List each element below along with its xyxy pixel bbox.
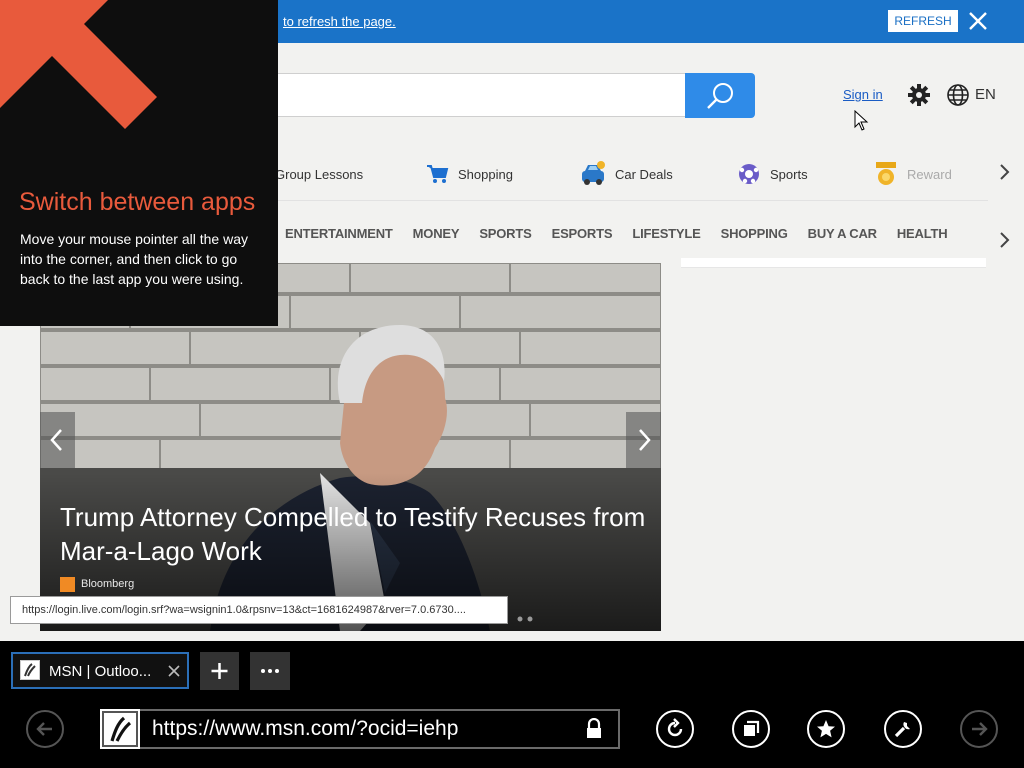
overlay-body: Move your mouse pointer all the way into… [20,231,248,287]
lock-icon[interactable] [585,717,603,740]
gear-icon[interactable] [906,82,932,108]
category-nav: ENTERTAINMENT MONEY SPORTS ESPORTS LIFES… [275,226,957,248]
plus-icon [211,663,228,679]
quick-link-shopping[interactable]: Shopping [426,160,513,188]
tabs-button[interactable] [732,710,770,748]
quick-link-sports[interactable]: Sports [737,160,808,188]
mouse-pointer-icon [854,109,870,132]
sign-in-link[interactable]: Sign in [843,87,883,102]
new-tab-button[interactable] [200,652,239,690]
favorites-button[interactable] [807,710,845,748]
chevron-right-icon [639,429,651,451]
shopping-cart-icon [427,165,449,183]
nav-item-shopping[interactable]: SHOPPING [711,226,798,248]
wrench-icon [894,722,910,738]
close-icon[interactable] [167,664,181,678]
search-icon [707,83,733,109]
carousel-dots[interactable] [517,609,537,627]
quick-link-reward[interactable]: Reward [874,160,952,188]
nav-item-sports[interactable]: SPORTS [469,226,541,248]
back-button[interactable] [26,710,64,748]
search-button[interactable] [685,73,755,118]
refresh-button[interactable]: REFRESH [888,10,958,32]
star-icon [817,720,835,738]
quick-link-group-lessons[interactable]: Group Lessons [275,160,363,188]
page-tools-button[interactable] [884,710,922,748]
address-text[interactable]: https://www.msn.com/?ocid=iehp [152,717,458,741]
refresh-banner-link[interactable]: to refresh the page. [283,14,396,29]
carousel-next-button[interactable] [626,412,661,468]
msn-favicon-icon [20,660,40,680]
tab-options-button[interactable] [250,652,290,690]
chevron-left-icon [50,429,62,451]
nav-item-health[interactable]: HEALTH [887,226,958,248]
nav-item-entertainment[interactable]: ENTERTAINMENT [275,226,403,248]
arrow-left-icon [36,722,52,736]
tab-title: MSN | Outloo... [49,663,152,680]
overlay-title: Switch between apps [19,188,256,216]
hero-source: Bloomberg [81,578,135,590]
msn-site-icon [100,709,140,749]
nav-item-lifestyle[interactable]: LIFESTYLE [622,226,710,248]
forward-button[interactable] [960,710,998,748]
status-url-tooltip: https://login.live.com/login.srf?wa=wsig… [10,596,508,624]
side-card [681,258,986,268]
carousel-prev-button[interactable] [40,412,75,468]
ellipsis-icon [261,669,279,673]
refresh-page-button[interactable] [656,710,694,748]
pages-icon [744,720,760,736]
nav-item-money[interactable]: MONEY [403,226,470,248]
arrow-up-left-icon [0,0,157,129]
close-icon[interactable] [966,9,990,33]
search-input[interactable] [270,73,686,117]
globe-icon[interactable] [946,83,970,107]
language-selector[interactable]: EN [975,86,996,103]
soccer-ball-icon [739,164,759,184]
divider [275,200,988,201]
refresh-icon [667,718,683,737]
chevron-right-icon[interactable] [998,162,1012,187]
quick-link-car-deals[interactable]: Car Deals [580,160,673,188]
bloomberg-logo-icon [60,577,75,592]
hero-headline[interactable]: Trump Attorney Compelled to Testify Recu… [60,500,650,568]
nav-item-esports[interactable]: ESPORTS [542,226,623,248]
nav-item-buy-a-car[interactable]: BUY A CAR [798,226,887,248]
arrow-right-icon [972,722,988,736]
car-icon [582,161,605,185]
medal-icon [876,162,896,185]
chevron-right-icon[interactable] [998,230,1012,255]
